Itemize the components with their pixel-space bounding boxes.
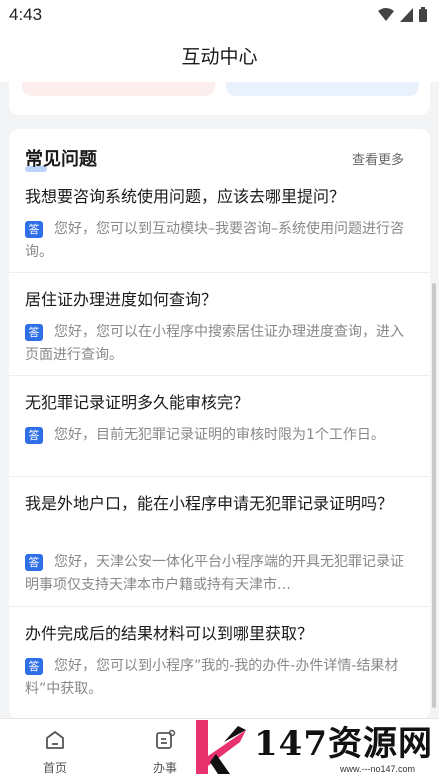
faq-item[interactable]: 我想要咨询系统使用问题，应该去哪里提问？ 答 您好，您可以到互动模块–我要咨询–… — [9, 173, 430, 273]
feedback-card[interactable] — [226, 82, 419, 96]
watermark-text: 147资源网 — [254, 724, 433, 764]
status-bar: 4:43 — [0, 0, 439, 30]
status-icons — [378, 7, 427, 22]
faq-question: 无犯罪记录证明多久能审核完？ — [25, 393, 250, 412]
signal-icon — [400, 7, 413, 22]
faq-answer: 您好，天津公安一体化平台小程序端的开具无犯罪记录证明事项仅支持天津本市户籍或持有… — [25, 554, 404, 593]
nav-home-label: 首页 — [42, 761, 67, 775]
affairs-icon — [156, 729, 176, 749]
faq-answer: 您好，您可以到小程序”我的-我的办件-办件详情-结果材料”中获取。 — [25, 658, 399, 697]
faq-item[interactable]: 无犯罪记录证明多久能审核完？ 答 您好，目前无犯罪记录证明的审核时限为1个工作日… — [9, 375, 430, 477]
top-cards — [9, 82, 430, 115]
watermark: 147资源网 www.---no147.com — [188, 712, 439, 780]
nav-affairs[interactable]: 办事 — [135, 729, 195, 776]
watermark-sub: www.---no147.com — [340, 764, 416, 774]
faq-title: 常见问题 — [25, 149, 97, 170]
faq-question: 办件完成后的结果材料可以到哪里获取？ — [25, 624, 314, 643]
watermark-logo — [196, 720, 246, 774]
faq-answer: 您好，目前无犯罪记录证明的审核时限为1个工作日。 — [54, 427, 385, 443]
home-icon — [46, 731, 64, 749]
faq-card: 常见问题 查看更多 我想要咨询系统使用问题，应该去哪里提问？ 答 您好，您可以到… — [9, 129, 430, 719]
faq-answer: 您好，您可以到互动模块–我要咨询–系统使用问题进行咨询。 — [25, 221, 404, 260]
faq-question: 我想要咨询系统使用问题，应该去哪里提问？ — [25, 187, 346, 206]
status-time: 4:43 — [9, 5, 43, 24]
scrollbar[interactable] — [432, 283, 436, 708]
faq-item[interactable]: 办件完成后的结果材料可以到哪里获取？ 答 您好，您可以到小程序”我的-我的办件-… — [9, 606, 430, 719]
faq-item[interactable]: 居住证办理进度如何查询？ 答 您好，您可以在小程序中搜索居住证办理进度查询，进入… — [9, 272, 430, 376]
faq-question: 我是外地户口，能在小程序申请无犯罪记录证明吗？ — [25, 494, 394, 513]
consult-card[interactable] — [22, 82, 215, 96]
page-title: 互动中心 — [181, 46, 258, 68]
header: 互动中心 — [0, 30, 439, 82]
wifi-icon — [378, 7, 394, 21]
view-more-link[interactable]: 查看更多 — [352, 149, 404, 168]
faq-answer: 您好，您可以在小程序中搜索居住证办理进度查询，进入页面进行查询。 — [25, 324, 404, 363]
faq-item[interactable]: 我是外地户口，能在小程序申请无犯罪记录证明吗？ 答 您好，天津公安一体化平台小程… — [9, 476, 430, 607]
battery-icon — [419, 7, 427, 22]
nav-affairs-label: 办事 — [152, 761, 177, 775]
nav-home[interactable]: 首页 — [25, 729, 85, 776]
faq-question: 居住证办理进度如何查询？ — [25, 290, 218, 309]
